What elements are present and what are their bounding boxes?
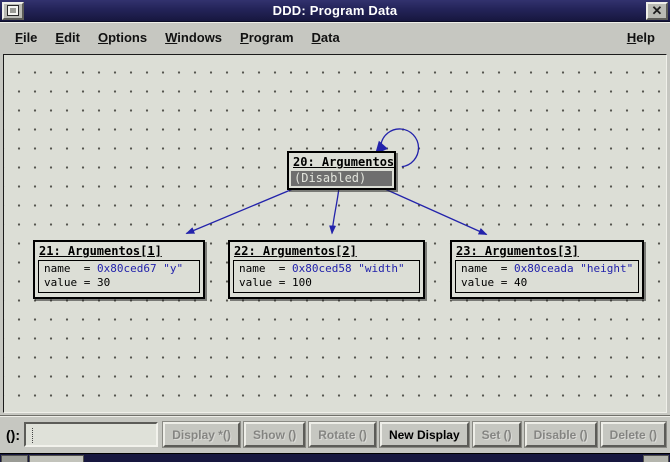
dependency-arrows — [4, 55, 666, 412]
menu-help[interactable]: Help — [618, 26, 664, 49]
toolbar-buttons: Display *() Show () Rotate () New Displa… — [163, 422, 666, 447]
display-value-box[interactable]: name = 0x80ced58 "width" value = 100 — [233, 260, 420, 293]
field-value: 30 — [97, 276, 110, 289]
disable-button[interactable]: Disable () — [525, 422, 597, 447]
field-row-value[interactable]: value = 100 — [239, 276, 414, 290]
menu-data[interactable]: Data — [303, 26, 349, 49]
edge-20-23 — [382, 188, 487, 235]
field-label: value = — [239, 276, 292, 289]
edge-20-21 — [186, 188, 296, 234]
display-star-button[interactable]: Display *() — [163, 422, 240, 447]
field-label: value = — [44, 276, 97, 289]
menubar: File Edit Options Windows Program Data H… — [0, 22, 670, 51]
display-value-box[interactable]: name = 0x80ced67 "y" value = 30 — [38, 260, 200, 293]
menu-edit[interactable]: Edit — [46, 26, 89, 49]
set-button[interactable]: Set () — [473, 422, 521, 447]
window-menu-icon — [8, 6, 18, 15]
display-title[interactable]: 20: Argumentos — [289, 153, 394, 170]
horizontal-scrollbar[interactable] — [0, 453, 670, 462]
field-label: value = — [461, 276, 514, 289]
display-title[interactable]: 23: Argumentos[3] — [452, 242, 642, 259]
display-box-22-argumentos-2[interactable]: 22: Argumentos[2] name = 0x80ced58 "widt… — [228, 240, 425, 299]
field-value: 0x80ceada "height" — [514, 262, 633, 275]
field-row-name[interactable]: name = 0x80ced58 "width" — [239, 262, 414, 276]
scrollbar-thumb[interactable] — [29, 455, 84, 462]
delete-button[interactable]: Delete () — [601, 422, 666, 447]
field-row-value[interactable]: value = 40 — [461, 276, 633, 290]
text-caret — [32, 428, 33, 443]
close-icon: ✕ — [652, 4, 663, 17]
field-value: 0x80ced67 "y" — [97, 262, 183, 275]
menu-windows[interactable]: Windows — [156, 26, 231, 49]
field-row-value[interactable]: value = 30 — [44, 276, 194, 290]
display-title[interactable]: 22: Argumentos[2] — [230, 242, 423, 259]
field-value: 40 — [514, 276, 527, 289]
edge-20-22 — [332, 188, 339, 234]
ddd-program-data-window: DDD: Program Data ✕ File Edit Options Wi… — [0, 0, 670, 462]
field-label: name = — [44, 262, 97, 275]
field-value: 0x80ced58 "width" — [292, 262, 405, 275]
field-value: 100 — [292, 276, 312, 289]
window-title: DDD: Program Data — [26, 3, 644, 18]
argument-toolbar: (): Display *() Show () Rotate () New Di… — [0, 415, 670, 453]
close-button[interactable]: ✕ — [646, 2, 668, 20]
field-label: name = — [239, 262, 292, 275]
show-button[interactable]: Show () — [244, 422, 305, 447]
argument-label: (): — [6, 427, 20, 443]
menu-options[interactable]: Options — [89, 26, 156, 49]
data-display-canvas[interactable]: 20: Argumentos (Disabled) 21: Argumentos… — [3, 54, 667, 413]
field-row-name[interactable]: name = 0x80ced67 "y" — [44, 262, 194, 276]
field-label: name = — [461, 262, 514, 275]
display-status-disabled[interactable]: (Disabled) — [291, 171, 392, 186]
menu-program[interactable]: Program — [231, 26, 302, 49]
display-box-21-argumentos-1[interactable]: 21: Argumentos[1] name = 0x80ced67 "y" v… — [33, 240, 205, 299]
canvas-frame: 20: Argumentos (Disabled) 21: Argumentos… — [0, 51, 670, 415]
menu-file[interactable]: File — [6, 26, 46, 49]
titlebar[interactable]: DDD: Program Data ✕ — [0, 0, 670, 22]
new-display-button[interactable]: New Display — [380, 422, 469, 447]
scrollbar-arrow-segment[interactable] — [1, 455, 28, 462]
argument-input[interactable] — [24, 422, 158, 447]
display-box-20-argumentos[interactable]: 20: Argumentos (Disabled) — [287, 151, 396, 190]
display-value-box[interactable]: name = 0x80ceada "height" value = 40 — [455, 260, 639, 293]
window-menu-button[interactable] — [2, 2, 24, 20]
field-row-name[interactable]: name = 0x80ceada "height" — [461, 262, 633, 276]
display-title[interactable]: 21: Argumentos[1] — [35, 242, 203, 259]
rotate-button[interactable]: Rotate () — [309, 422, 376, 447]
scrollbar-corner — [643, 455, 669, 462]
display-box-23-argumentos-3[interactable]: 23: Argumentos[3] name = 0x80ceada "heig… — [450, 240, 644, 299]
